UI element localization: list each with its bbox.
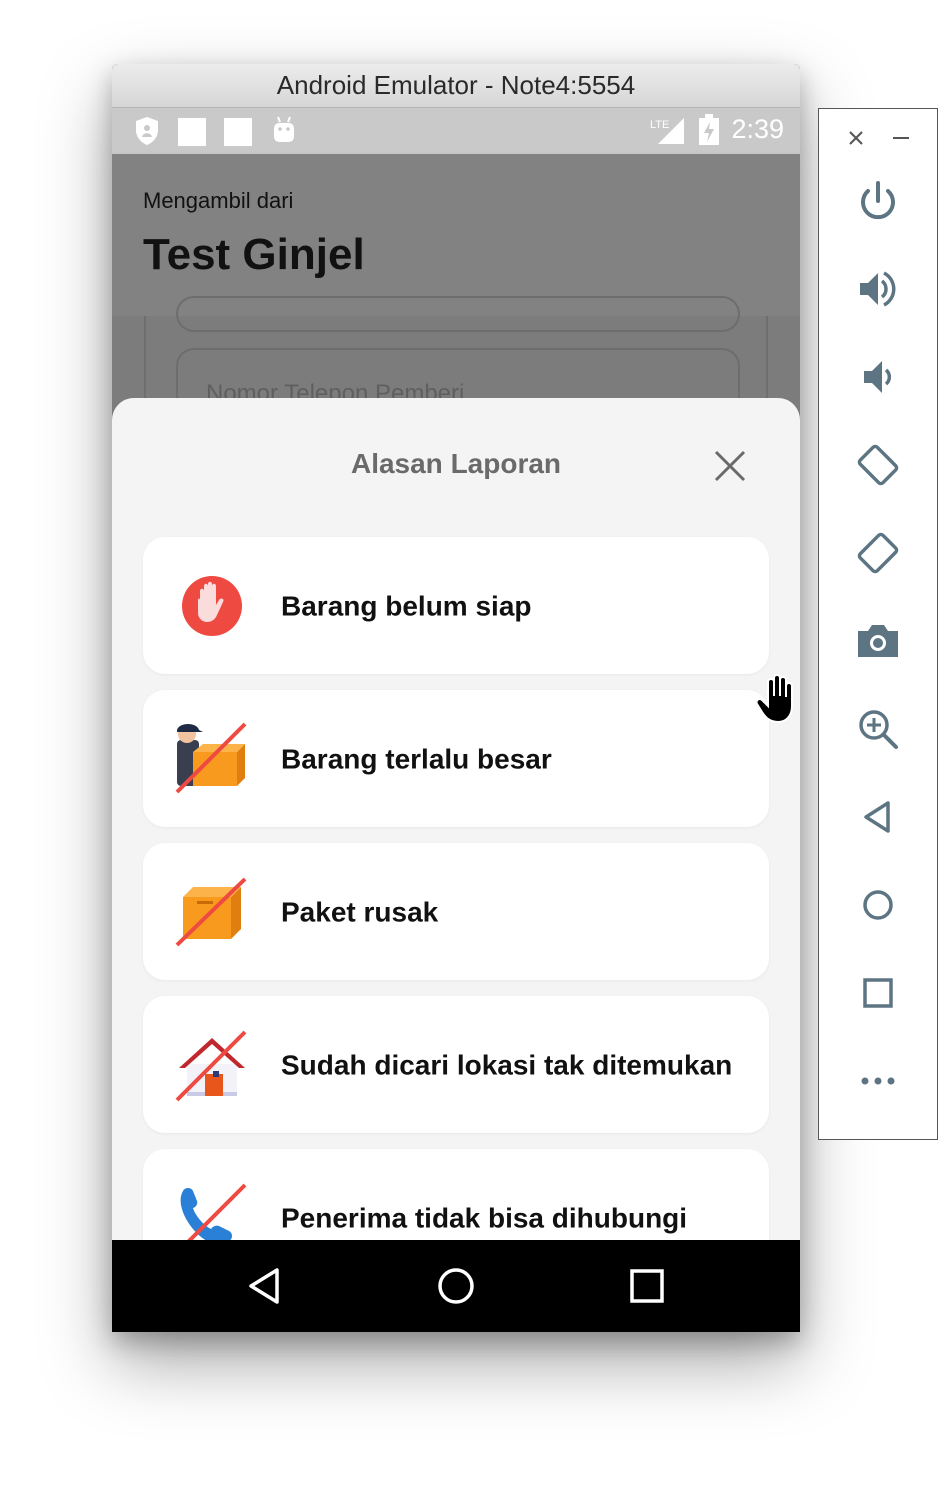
- device-screen: LTE 2:39 Mengambil dari Test Ginjel Nomo…: [112, 108, 800, 1332]
- overview-icon[interactable]: [625, 1264, 669, 1308]
- previous-input-field: [176, 296, 740, 332]
- sheet-title: Alasan Laporan: [350, 448, 562, 479]
- reason-item-not-ready[interactable]: Barang belum siap: [143, 537, 769, 674]
- phone-crossed-icon: [180, 1183, 247, 1240]
- android-nav-bar: [112, 1240, 800, 1332]
- house-crossed-icon: [175, 1030, 247, 1102]
- volume-down-icon[interactable]: [854, 353, 902, 401]
- reason-item-location-not-found[interactable]: Sudah dicari lokasi tak ditemukan: [143, 996, 769, 1133]
- app-bar: Mengambil dari Test Ginjel: [112, 154, 800, 316]
- emulator-window: Android Emulator - Note4:5554 LTE 2:39 M…: [112, 64, 800, 1332]
- minimize-window-icon[interactable]: [891, 129, 911, 147]
- android-icon: [274, 116, 294, 142]
- signal-lte-icon: LTE: [650, 118, 684, 144]
- rotate-right-icon[interactable]: [854, 529, 902, 577]
- svg-text:LTE: LTE: [650, 119, 669, 131]
- home-icon[interactable]: [854, 881, 902, 929]
- reason-item-damaged[interactable]: Paket rusak: [143, 843, 769, 980]
- emulator-side-toolbar: [818, 108, 938, 1140]
- reason-label: Paket rusak: [281, 896, 439, 927]
- reason-label: Sudah dicari lokasi tak ditemukan: [281, 1049, 733, 1080]
- close-icon[interactable]: [712, 448, 748, 484]
- notification-square-icon: [224, 118, 252, 146]
- reason-item-unreachable[interactable]: Penerima tidak bisa dihubungi: [143, 1149, 769, 1240]
- home-icon[interactable]: [434, 1264, 478, 1308]
- hand-cursor-icon: [755, 674, 793, 724]
- window-title: Android Emulator - Note4:5554: [276, 70, 636, 100]
- reason-label: Barang belum siap: [281, 590, 532, 621]
- rotate-left-icon[interactable]: [854, 441, 902, 489]
- app-subtitle: Mengambil dari: [143, 188, 294, 213]
- zoom-icon[interactable]: [854, 705, 902, 753]
- reason-label: Penerima tidak bisa dihubungi: [281, 1202, 688, 1233]
- reason-label: Barang terlalu besar: [281, 743, 552, 774]
- overview-icon[interactable]: [854, 969, 902, 1017]
- close-window-icon[interactable]: [847, 129, 865, 147]
- shield-icon: [136, 117, 158, 145]
- box-crossed-icon: [175, 877, 247, 947]
- back-icon[interactable]: [243, 1264, 287, 1308]
- report-reason-sheet: Alasan Laporan Barang belum siap Barang …: [112, 398, 800, 1240]
- status-bar: LTE 2:39: [112, 108, 800, 154]
- power-icon[interactable]: [854, 177, 902, 225]
- more-icon[interactable]: [854, 1057, 902, 1105]
- stop-hand-icon: [182, 576, 242, 636]
- page-title: Test Ginjel: [143, 230, 365, 279]
- notification-square-icon: [178, 118, 206, 146]
- status-time: 2:39: [731, 114, 784, 144]
- window-title-bar: Android Emulator - Note4:5554: [112, 64, 800, 108]
- volume-up-icon[interactable]: [854, 265, 902, 313]
- camera-icon[interactable]: [854, 617, 902, 665]
- courier-box-crossed-icon: [175, 722, 247, 794]
- battery-charging-icon: [699, 114, 719, 145]
- reason-item-too-big[interactable]: Barang terlalu besar: [143, 690, 769, 827]
- back-icon[interactable]: [854, 793, 902, 841]
